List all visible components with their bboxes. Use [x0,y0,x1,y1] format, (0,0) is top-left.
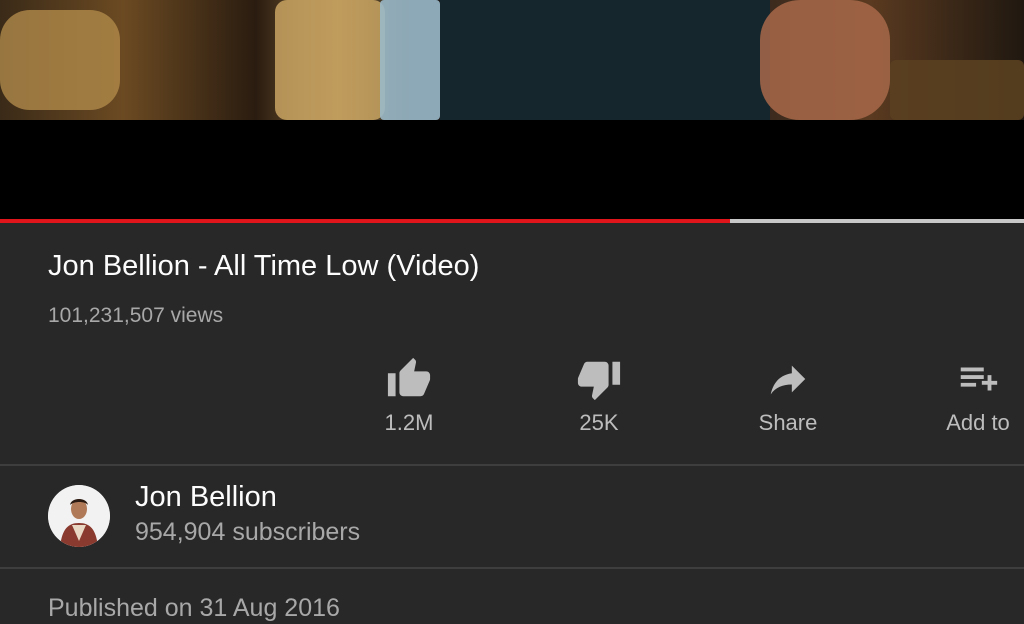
add-to-playlist-icon [960,367,998,391]
video-letterbox [0,120,1024,220]
add-to-button[interactable]: Add to [918,356,1024,436]
divider [0,464,1024,466]
video-frame-detail [760,0,890,120]
avatar-image [48,485,110,547]
video-frame-detail [890,60,1024,120]
share-icon [770,365,806,395]
video-frame-detail [380,0,440,120]
view-count: 101,231,507 views [48,304,224,327]
video-frame-detail [440,0,770,120]
channel-name[interactable]: Jon Bellion [135,481,277,514]
video-player[interactable] [0,0,1024,120]
thumbs-up-icon [387,357,431,397]
dislike-count: 25K [579,410,619,435]
video-frame-detail [275,0,385,120]
share-label: Share [758,410,818,435]
dislike-button[interactable]: 25K [539,356,659,436]
video-frame-detail [0,10,120,110]
subscriber-count: 954,904 subscribers [135,518,361,546]
thumbs-down-icon [577,361,621,401]
like-count: 1.2M [384,410,434,435]
divider [0,567,1024,569]
channel-avatar[interactable] [48,485,110,547]
video-title: Jon Bellion - All Time Low (Video) [48,250,480,282]
share-button[interactable]: Share [728,356,848,436]
published-date: Published on 31 Aug 2016 [48,594,340,622]
progress-played [0,219,731,223]
add-to-label: Add to [946,410,1010,435]
progress-bar[interactable] [0,219,1024,223]
like-button[interactable]: 1.2M [349,356,469,436]
